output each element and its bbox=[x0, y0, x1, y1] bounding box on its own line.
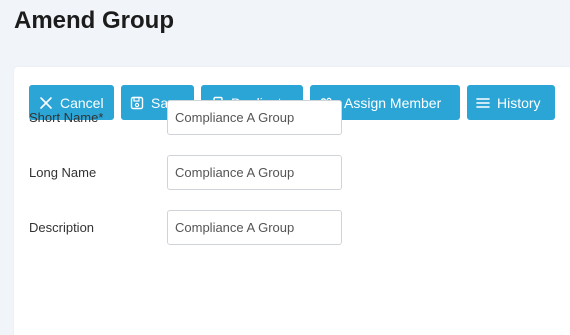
short-name-field[interactable] bbox=[167, 100, 342, 135]
long-name-label: Long Name bbox=[29, 165, 97, 180]
long-name-row: Long Name bbox=[29, 155, 429, 190]
menu-lines-icon bbox=[475, 95, 491, 111]
history-button-label: History bbox=[497, 94, 541, 111]
short-name-label: Short Name* bbox=[29, 110, 104, 125]
history-button[interactable]: History bbox=[467, 85, 555, 120]
description-row: Description bbox=[29, 210, 429, 245]
description-label: Description bbox=[29, 220, 95, 235]
description-field[interactable] bbox=[167, 210, 342, 245]
short-name-row: Short Name* bbox=[29, 100, 429, 135]
long-name-field[interactable] bbox=[167, 155, 342, 190]
page-title: Amend Group bbox=[14, 7, 174, 34]
